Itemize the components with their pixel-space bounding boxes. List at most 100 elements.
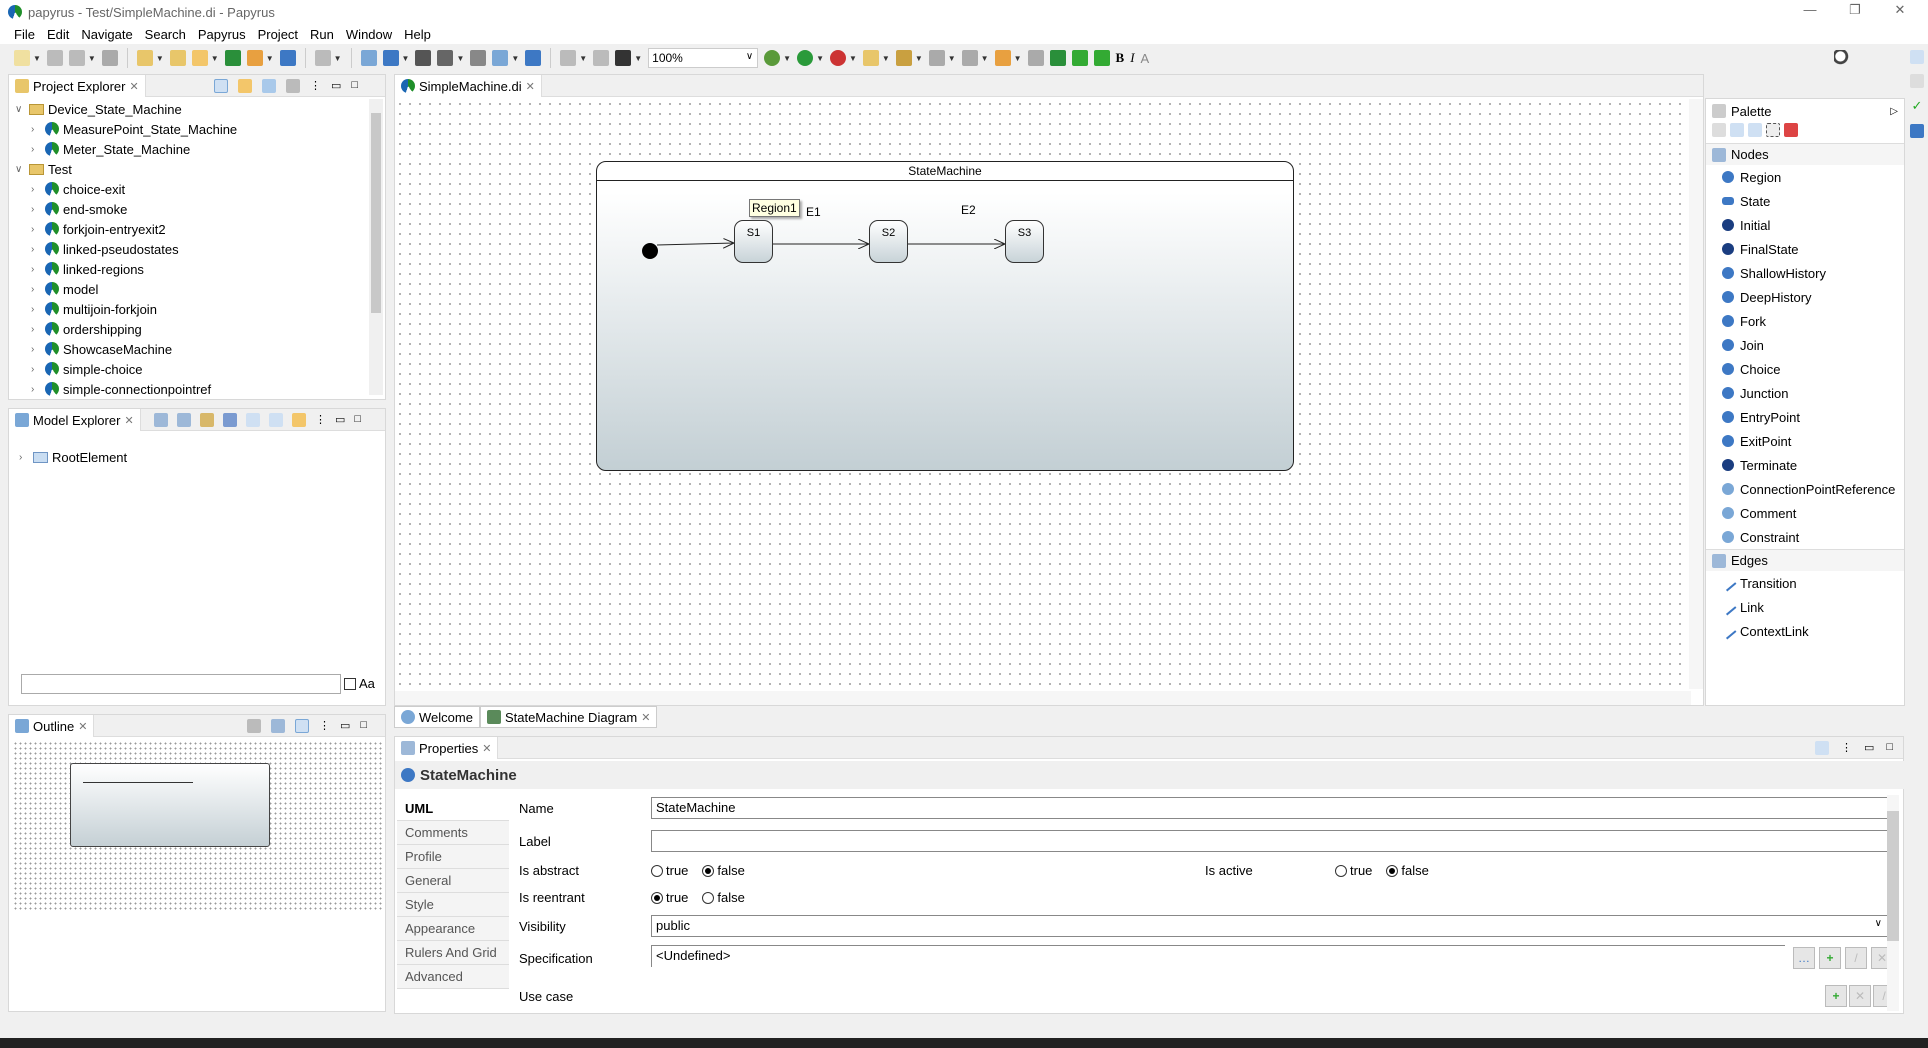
run-icon[interactable]	[797, 50, 814, 66]
dropdown-arrow-icon[interactable]: ▼	[88, 54, 96, 63]
state-node-s2[interactable]: S2	[869, 220, 908, 263]
palette-tool-choice[interactable]: Choice	[1706, 357, 1904, 381]
dropdown-arrow-icon[interactable]: ▼	[882, 54, 890, 63]
chevron-right-icon[interactable]: ›	[31, 124, 41, 135]
close-icon[interactable]: ✕	[641, 711, 650, 724]
chevron-down-icon[interactable]: ∨	[15, 104, 25, 115]
chevron-right-icon[interactable]: ›	[31, 324, 41, 335]
palette-tool-deephistory[interactable]: DeepHistory	[1706, 285, 1904, 309]
search-icon[interactable]	[895, 50, 912, 66]
palette-tool-state[interactable]: State	[1706, 189, 1904, 213]
palette-tool-connectionpointreference[interactable]: ConnectionPointReference	[1706, 477, 1904, 501]
chevron-right-icon[interactable]: ›	[31, 284, 41, 295]
pin-icon[interactable]	[1814, 741, 1829, 755]
chevron-right-icon[interactable]: ›	[31, 304, 41, 315]
forward-icon[interactable]	[1027, 50, 1044, 66]
chevron-right-icon[interactable]: ›	[31, 364, 41, 375]
new-diagram-icon[interactable]	[136, 50, 153, 66]
working-set-icon[interactable]	[286, 79, 300, 93]
maximize-icon[interactable]: □	[360, 719, 367, 733]
route-icon[interactable]	[492, 50, 509, 66]
dropdown-arrow-icon[interactable]: ▼	[33, 54, 41, 63]
edit-button[interactable]: /	[1845, 947, 1867, 969]
grid-icon[interactable]	[593, 50, 610, 66]
remove-use-case-button[interactable]: ✕	[1849, 985, 1871, 1007]
menu-run[interactable]: Run	[310, 27, 334, 42]
palette-tool-comment[interactable]: Comment	[1706, 501, 1904, 525]
chevron-right-icon[interactable]: ›	[31, 204, 41, 215]
dropdown-arrow-icon[interactable]: ▼	[511, 54, 519, 63]
outline-viewport[interactable]	[70, 763, 270, 847]
select-icon[interactable]	[470, 50, 487, 66]
marquee-icon[interactable]	[1766, 123, 1780, 137]
menu-file[interactable]: File	[14, 27, 35, 42]
tree-item[interactable]: › end-smoke	[13, 199, 368, 219]
palette-tool-join[interactable]: Join	[1706, 333, 1904, 357]
tree-icon[interactable]	[271, 719, 285, 733]
view-menu-icon[interactable]: ⋮	[319, 719, 330, 733]
diagram-canvas[interactable]: StateMachine S1 S2 S3 E1 E2 Region1	[395, 99, 1691, 689]
radio-true[interactable]: true	[651, 890, 688, 905]
model-filter-input[interactable]	[21, 674, 341, 694]
radio-false[interactable]: false	[702, 863, 745, 878]
properties-tab-profile[interactable]: Profile	[397, 845, 509, 869]
zoom-combo[interactable]: 100% ∨	[648, 48, 759, 68]
view-menu-icon[interactable]: ⋮	[315, 413, 326, 427]
layout-icon[interactable]	[360, 50, 377, 66]
expand-all-icon[interactable]	[246, 413, 260, 427]
tab-statemachine-diagram[interactable]: StateMachine Diagram ✕	[479, 706, 658, 728]
dropdown-arrow-icon[interactable]: ▼	[634, 54, 642, 63]
close-icon[interactable]: ✕	[129, 80, 138, 93]
new-table-icon[interactable]	[169, 50, 186, 66]
properties-tab-general[interactable]: General	[397, 869, 509, 893]
palette-tool-constraint[interactable]: Constraint	[1706, 525, 1904, 549]
dropdown-arrow-icon[interactable]: ▼	[981, 54, 989, 63]
tree-item[interactable]: › MeasurePoint_State_Machine	[13, 119, 368, 139]
close-icon[interactable]: ✕	[78, 720, 87, 733]
tab-welcome[interactable]: Welcome	[394, 706, 480, 728]
menu-window[interactable]: Window	[346, 27, 392, 42]
initial-pseudostate[interactable]	[642, 243, 658, 259]
minimize-icon[interactable]: ▭	[1864, 741, 1874, 755]
save-all-icon[interactable]	[68, 50, 85, 66]
dropdown-arrow-icon[interactable]: ▼	[816, 54, 824, 63]
chevron-right-icon[interactable]: ›	[31, 144, 41, 155]
tree-item[interactable]: › forkjoin-entryexit2	[13, 219, 368, 239]
model-icon[interactable]	[1910, 124, 1924, 138]
menu-help[interactable]: Help	[404, 27, 431, 42]
properties-tab-style[interactable]: Style	[397, 893, 509, 917]
close-button[interactable]: ✕	[1880, 2, 1920, 18]
chevron-right-icon[interactable]: ›	[31, 344, 41, 355]
debug-icon[interactable]	[764, 50, 781, 66]
tree-item[interactable]: › ShowcaseMachine	[13, 339, 368, 359]
tree-item[interactable]: › simple-choice	[13, 359, 368, 379]
palette-tool-region[interactable]: Region	[1706, 165, 1904, 189]
palette-tool-entrypoint[interactable]: EntryPoint	[1706, 405, 1904, 429]
edit-filter-icon[interactable]	[200, 413, 214, 427]
dropdown-arrow-icon[interactable]: ▼	[579, 54, 587, 63]
import-icon[interactable]	[191, 50, 208, 66]
dropdown-arrow-icon[interactable]: ▼	[783, 54, 791, 63]
close-icon[interactable]: ✕	[526, 80, 535, 93]
maximize-icon[interactable]: □	[1886, 741, 1893, 755]
tree-item[interactable]: › ordershipping	[13, 319, 368, 339]
label-field[interactable]	[651, 830, 1891, 852]
palette-tool-link[interactable]: Link	[1706, 595, 1904, 619]
nav-back-icon[interactable]	[1071, 50, 1088, 66]
browse-button[interactable]: …	[1793, 947, 1815, 969]
filter-icon[interactable]	[262, 79, 276, 93]
dropdown-arrow-icon[interactable]: ▼	[1014, 54, 1022, 63]
tab-outline[interactable]: Outline ✕	[9, 715, 95, 737]
new-icon[interactable]	[14, 50, 30, 66]
palette-tool-contextlink[interactable]: ContextLink	[1706, 619, 1904, 643]
dropdown-arrow-icon[interactable]: ▼	[211, 54, 219, 63]
save-icon[interactable]	[46, 50, 63, 66]
dropdown-arrow-icon[interactable]: ▼	[156, 54, 164, 63]
tab-project-explorer[interactable]: Project Explorer ✕	[9, 75, 146, 97]
nav-forward-icon[interactable]	[1093, 50, 1110, 66]
minimize-icon[interactable]: ▭	[340, 719, 350, 733]
tab-model-explorer[interactable]: Model Explorer ✕	[9, 409, 141, 431]
dropdown-arrow-icon[interactable]: ▼	[456, 54, 464, 63]
minimize-icon[interactable]: ▭	[331, 79, 341, 93]
external-tools-icon[interactable]	[829, 50, 846, 66]
